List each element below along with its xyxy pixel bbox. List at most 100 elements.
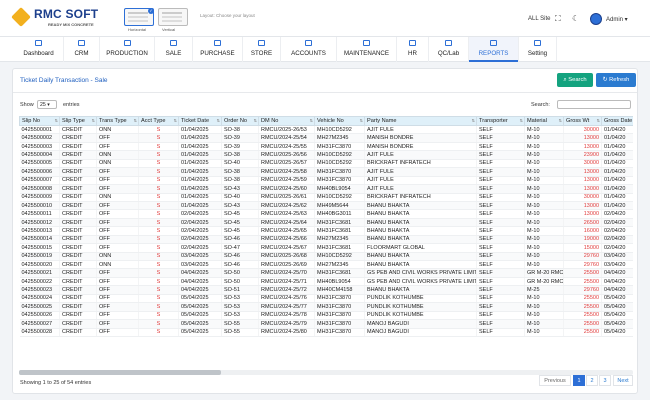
table-row[interactable]: 0425500023 CREDIT OFF S 04/04/2025 SO-51 RMCU/… [19,285,633,295]
nav-setting[interactable]: Setting [519,37,557,62]
sort-icon[interactable]: ⇅ [520,118,523,123]
table-row[interactable]: 0425500025 CREDIT OFF S 05/04/2025 SO-53 RMCU/… [19,302,633,312]
table-row[interactable]: 0425500013 CREDIT OFF S 02/04/2025 SO-45 RMCU/… [19,226,633,236]
table-row[interactable]: 0425500002 CREDIT OFF S 01/04/2025 SO-39 RMCU/… [19,133,633,143]
column-header[interactable]: Gross Date⇅ [601,116,633,126]
table-cell: MH27M2345 [314,133,365,143]
search-button[interactable]: ⌕ Search [557,73,593,87]
sort-icon[interactable]: ⇅ [92,118,95,123]
table-row[interactable]: 0425500020 CREDIT ONN S 03/04/2025 SO-46 RMCU/… [19,260,633,270]
nav-store[interactable]: STORE [243,37,281,62]
pagination-previous[interactable]: Previous [539,375,571,386]
fullscreen-icon[interactable]: ⛶ [555,15,561,23]
table-row[interactable]: 0425500004 CREDIT ONN S 01/04/2025 SO-38 RMCU/… [19,150,633,160]
table-row[interactable]: 0425500019 CREDIT ONN S 03/04/2025 SO-46 RMCU/… [19,252,633,262]
nav-qc-lab[interactable]: QC/Lab [429,37,469,62]
search-input[interactable] [557,100,631,109]
sort-icon[interactable]: ⇅ [597,118,600,123]
column-header[interactable]: Material ⇅ [524,116,564,126]
sort-icon[interactable]: ⇅ [134,118,137,123]
table-cell: BHANU BHAKTA [364,235,477,245]
table-row[interactable]: 0425500007 CREDIT OFF S 01/04/2025 SO-38 RMCU/… [19,176,633,186]
sort-icon[interactable]: ⇅ [55,118,58,123]
pagination-next[interactable]: Next [613,375,633,386]
column-header[interactable]: Trans Type ⇅ [96,116,139,126]
column-header[interactable]: Gross Wt ⇅ [563,116,602,126]
site-selector[interactable]: ALL Site [528,16,550,22]
table-row[interactable]: 0425500012 CREDIT OFF S 02/04/2025 SO-45 RMCU/… [19,218,633,228]
wrench-icon [363,40,370,46]
scrollbar-thumb[interactable] [19,370,221,375]
table-row[interactable]: 0425500015 CREDIT OFF S 02/04/2025 SO-47 RMCU/… [19,243,633,253]
nav-purchase[interactable]: PURCHASE [193,37,243,62]
table-row[interactable]: 0425500027 CREDIT OFF S 05/04/2025 SO-55 RMCU/… [19,319,633,329]
table-row[interactable]: 0425500009 CREDIT ONN S 01/04/2025 SO-40 RMCU/… [19,193,633,202]
table-row[interactable]: 0425500024 CREDIT OFF S 05/04/2025 SO-53 RMCU/… [19,294,633,304]
column-header[interactable]: Slip Type ⇅ [59,116,97,126]
table-row[interactable]: 0425500006 CREDIT OFF S 01/04/2025 SO-38 RMCU/… [19,167,633,177]
column-header[interactable]: Acct Type ⇅ [138,116,179,126]
avatar[interactable] [590,13,602,25]
sort-icon[interactable]: ⇅ [174,118,177,123]
column-header[interactable]: Party Name ⇅ [364,116,477,126]
table-row[interactable]: 0425500028 CREDIT OFF S 05/04/2025 SO-55 RMCU/… [19,328,633,337]
table-cell: 0425500023 [19,285,60,295]
nav-hr[interactable]: HR [397,37,429,62]
table-cell: 02/04/2025 [178,243,222,253]
sort-icon[interactable]: ⇅ [360,118,363,123]
column-header[interactable]: Vehicle No ⇅ [314,116,365,126]
column-header[interactable]: Order No ⇅ [221,116,259,126]
pagination-page-2[interactable]: 2 [586,375,598,386]
pagination-page-3[interactable]: 3 [599,375,611,386]
table-row[interactable]: 0425500003 CREDIT OFF S 01/04/2025 SO-39 RMCU/… [19,142,633,152]
sort-icon[interactable]: ⇅ [310,118,313,123]
table-cell: 30000 [563,125,602,135]
nav-production[interactable]: PRODUCTION [100,37,155,62]
pagination-page-1[interactable]: 1 [573,375,585,386]
column-header-label: Slip No [22,118,41,124]
table-row[interactable]: 0425500008 CREDIT OFF S 01/04/2025 SO-43 RMCU/… [19,184,633,194]
column-header[interactable]: Ticket Date ⇅ [178,116,222,126]
table-cell: OFF [96,302,139,312]
table-cell: CREDIT [59,150,97,160]
table-cell: SO-46 [221,235,259,245]
table-cell: ONN [96,260,139,270]
table-row[interactable]: 0425500014 CREDIT OFF S 02/04/2025 SO-46 RMCU/… [19,235,633,245]
layout-horizontal-option[interactable]: ✓ [124,8,154,26]
nav-reports[interactable]: REPORTS [469,37,519,62]
nav-accounts[interactable]: ACCOUNTS [281,37,337,62]
sort-icon[interactable]: ⇅ [217,118,220,123]
table-cell: 30000 [563,159,602,169]
page-size-select[interactable]: 25 ▾ [37,100,57,109]
table-cell: OFF [96,311,139,321]
table-cell: AJIT FULE [364,184,477,194]
sort-icon[interactable]: ⇅ [254,118,257,123]
nav-sale[interactable]: SALE [155,37,193,62]
user-menu[interactable]: Admin ▾ [606,16,628,23]
table-cell: SELF [476,260,525,270]
table-row[interactable]: 0425500010 CREDIT OFF S 01/04/2025 SO-43 RMCU/… [19,201,633,211]
table-row[interactable]: 0425500001 CREDIT ONN S 01/04/2025 SO-38 RMCU/… [19,125,633,135]
nav-dashboard[interactable]: Dashboard [14,37,64,62]
column-header[interactable]: Slip No ⇅ [19,116,60,126]
layout-vertical-option[interactable] [158,8,188,26]
table-cell: AJIT FULE [364,176,477,186]
table-row[interactable]: 0425500011 CREDIT OFF S 02/04/2025 SO-45 RMCU/… [19,209,633,219]
table-row[interactable]: 0425500026 CREDIT OFF S 05/04/2025 SO-53 RMCU/… [19,311,633,321]
table-cell: MH31FC3870 [314,167,365,177]
table-row[interactable]: 0425500022 CREDIT OFF S 04/04/2025 SO-50 RMCU/… [19,277,633,287]
sort-icon[interactable]: ⇅ [472,118,475,123]
column-header[interactable]: Transporter ⇅ [476,116,525,126]
refresh-button[interactable]: ↻ Refresh [596,73,636,87]
column-header[interactable]: DM No ⇅ [258,116,315,126]
table-row[interactable]: 0425500021 CREDIT OFF S 04/04/2025 SO-50 RMCU/… [19,268,633,278]
nav-crm[interactable]: CRM [64,37,100,62]
table-cell: MH10CD5292 [314,252,365,262]
moon-icon[interactable]: ☾ [572,15,579,23]
show-label: Show [20,102,34,108]
sort-icon[interactable]: ⇅ [559,118,562,123]
table-row[interactable]: 0425500005 CREDIT ONN S 01/04/2025 SO-40 RMCU/… [19,159,633,169]
brand-logo[interactable]: RMC SOFT READY MIX CONCRETE [11,7,100,31]
nav-maintenance[interactable]: MAINTENANCE [337,37,397,62]
column-header-label: Acct Type [141,118,166,124]
